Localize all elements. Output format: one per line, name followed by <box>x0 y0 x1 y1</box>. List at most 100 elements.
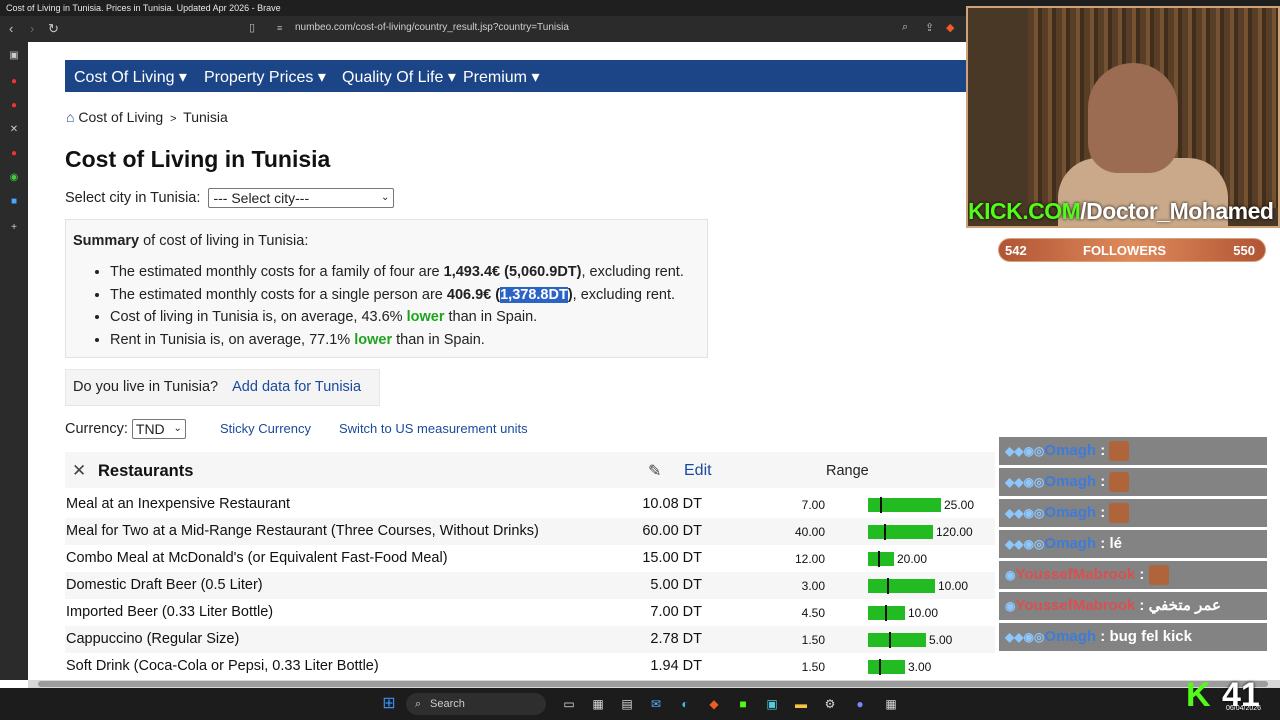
youtube-icon[interactable]: ● <box>8 148 20 160</box>
breadcrumb-cost-of-living[interactable]: Cost of Living <box>78 109 163 125</box>
badge-icon: ◆◆◉◎ <box>1005 506 1045 520</box>
emote-icon <box>1148 565 1169 586</box>
mute-icon[interactable]: ✕ <box>8 124 20 136</box>
pencil-icon[interactable]: ✎ <box>648 461 661 481</box>
badge-icon: ◉ <box>1005 568 1016 582</box>
task-view-icon[interactable]: ▭ <box>561 696 577 712</box>
address-bar[interactable]: numbeo.com/cost-of-living/country_result… <box>295 22 569 33</box>
chat-username[interactable]: Omagh <box>1044 504 1096 521</box>
nav-cost-of-living[interactable]: Cost Of Living ▾ <box>74 67 187 87</box>
range-min: 1.50 <box>801 633 825 647</box>
chat-separator: : <box>1096 628 1110 645</box>
badge-icon: ◆◆◉◎ <box>1005 475 1045 489</box>
summary-heading: Summary of cost of living in Tunisia: <box>73 233 309 249</box>
add-data-link[interactable]: Add data for Tunisia <box>232 379 361 395</box>
chat-message: ◆◆◉◎ Omagh : <box>999 437 1267 465</box>
page-title: Cost of Living in Tunisia <box>65 146 331 172</box>
terminal-icon[interactable]: ▤ <box>619 696 635 712</box>
chat-message: ◆◆◉◎ Omagh : bug fel kick <box>999 623 1267 651</box>
calendar-app-icon[interactable]: ▦ <box>590 696 606 712</box>
currency-label: Currency: <box>65 420 128 437</box>
chat-username[interactable]: Omagh <box>1044 473 1096 490</box>
range-marker <box>879 659 881 675</box>
switch-units-link[interactable]: Switch to US measurement units <box>339 421 528 436</box>
brave-icon[interactable]: ◆ <box>706 696 722 712</box>
chat-username[interactable]: Omagh <box>1044 535 1096 552</box>
app-icon[interactable]: ■ <box>8 196 20 208</box>
breadcrumb-tunisia[interactable]: Tunisia <box>183 109 228 125</box>
taskbar-search[interactable]: ⌕ Search <box>406 693 546 715</box>
summary-list: The estimated monthly costs for a family… <box>110 262 684 352</box>
chat-username[interactable]: YoussefMabrook <box>1015 597 1135 614</box>
horizontal-scrollbar[interactable] <box>28 680 1280 688</box>
currency-row: Currency: TND ⌄ <box>65 419 186 439</box>
maps-icon[interactable]: ◉ <box>8 172 20 184</box>
zoom-icon[interactable]: ⌕ <box>902 21 908 34</box>
chat-username[interactable]: Omagh <box>1044 442 1096 459</box>
chat-username[interactable]: YoussefMabrook <box>1015 566 1135 583</box>
folder-icon[interactable]: ▬ <box>793 696 809 712</box>
youtube-icon[interactable]: ● <box>8 100 20 112</box>
kick-app-icon[interactable]: ■ <box>735 696 751 712</box>
chat-username[interactable]: Omagh <box>1044 628 1096 645</box>
range-marker <box>885 605 887 621</box>
emote-icon <box>1109 472 1130 493</box>
pycharm-icon[interactable]: ▣ <box>764 696 780 712</box>
range-min: 3.00 <box>801 579 825 593</box>
sidebar-panel-icon[interactable]: ▣ <box>8 50 20 62</box>
forward-icon[interactable]: › <box>30 21 34 37</box>
item-name: Imported Beer (0.33 Liter Bottle) <box>66 604 274 620</box>
city-select[interactable]: --- Select city--- ⌄ <box>208 188 395 208</box>
windows-start-icon[interactable]: ⊞ <box>381 696 397 712</box>
range-marker <box>880 497 882 513</box>
nav-property-prices[interactable]: Property Prices ▾ <box>204 67 326 87</box>
scrollbar-thumb[interactable] <box>38 681 1268 687</box>
range-bar <box>868 552 894 566</box>
search-icon: ⌕ <box>415 698 422 710</box>
item-price: 2.78 DT <box>650 631 702 647</box>
home-icon[interactable]: ⌂ <box>66 109 74 125</box>
summary-box: Summary of cost of living in Tunisia: Th… <box>65 219 708 358</box>
share-icon[interactable]: ⇪ <box>925 21 934 34</box>
range-bar <box>868 579 935 593</box>
chat-separator: : <box>1135 566 1149 583</box>
site-info-icon[interactable]: ≡ <box>277 23 282 33</box>
range-max: 20.00 <box>897 552 928 566</box>
discord-icon[interactable]: ● <box>852 696 868 712</box>
stream-date: 06/04/2026 <box>1226 705 1262 712</box>
channel-banner: KICK.COM/Doctor_Mohamed <box>968 198 1274 224</box>
restaurants-header: ✕ Restaurants ✎ Edit Range <box>65 452 995 488</box>
add-icon[interactable]: + <box>8 222 20 234</box>
youtube-icon[interactable]: ● <box>8 76 20 88</box>
currency-select[interactable]: TND ⌄ <box>131 419 186 439</box>
nav-quality-of-life[interactable]: Quality Of Life ▾ <box>342 67 456 87</box>
range-max: 5.00 <box>929 633 953 647</box>
brave-shield-icon[interactable]: ◆ <box>946 21 954 34</box>
apps-grid-icon[interactable]: ▦ <box>883 696 899 712</box>
bookmark-icon[interactable]: ▯ <box>249 21 255 34</box>
followers-label: FOLLOWERS <box>1083 243 1167 258</box>
edit-link[interactable]: Edit <box>684 462 712 480</box>
settings-icon[interactable]: ⚙ <box>822 696 838 712</box>
range-max: 10.00 <box>908 606 939 620</box>
edge-icon[interactable]: ◐ <box>677 696 693 712</box>
category-title: Restaurants <box>98 462 194 480</box>
summary-cost-comparison: Cost of living in Tunisia is, on average… <box>110 307 684 330</box>
range-marker <box>889 632 891 648</box>
reload-icon[interactable]: ↻ <box>48 21 59 37</box>
sticky-currency-link[interactable]: Sticky Currency <box>220 421 311 436</box>
taskbar-search-label: Search <box>430 698 465 710</box>
item-price: 7.00 DT <box>650 604 702 620</box>
table-row: Domestic Draft Beer (0.5 Liter) 5.00 DT 3.… <box>65 572 995 599</box>
chat-message: ◆◆◉◎ Omagh : <box>999 468 1267 496</box>
item-price: 60.00 DT <box>642 523 702 539</box>
nav-premium[interactable]: Premium ▾ <box>463 67 539 87</box>
selected-text[interactable]: 1,378.8DT <box>500 286 568 303</box>
item-price: 5.00 DT <box>650 577 702 593</box>
mail-icon[interactable]: ✉ <box>648 696 664 712</box>
item-name: Combo Meal at McDonald's (or Equivalent … <box>66 550 448 566</box>
chat-separator: : <box>1135 597 1149 614</box>
item-name: Soft Drink (Coca-Cola or Pepsi, 0.33 Lit… <box>66 658 379 674</box>
range-marker <box>887 578 889 594</box>
back-icon[interactable]: ‹ <box>9 21 13 37</box>
